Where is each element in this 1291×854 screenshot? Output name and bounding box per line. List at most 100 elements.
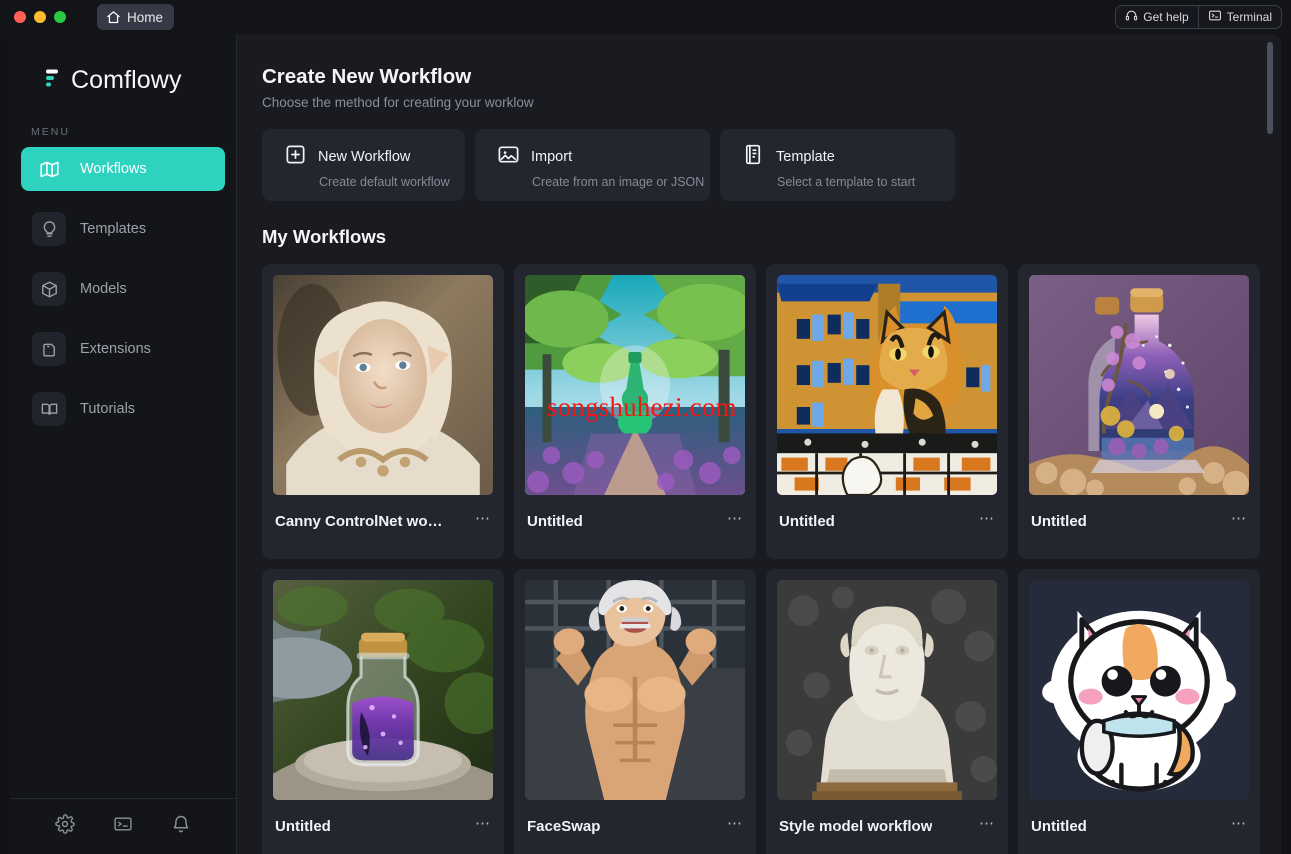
terminal-icon[interactable] [112,814,134,839]
workflow-card[interactable]: Untitled ⋯ [1018,569,1260,854]
workflow-more-button[interactable]: ⋯ [727,511,743,529]
get-help-button[interactable]: Get help [1116,6,1197,28]
page-subtitle: Choose the method for creating your work… [262,95,534,110]
sidebar-item-label: Templates [80,221,147,237]
close-window-button[interactable] [14,11,26,23]
enchanted-forest-potion-image [525,275,745,495]
method-title: New Workflow [318,149,411,165]
elf-woman-portrait-image [273,275,493,495]
workflow-thumbnail [525,580,745,800]
map-icon [37,157,61,181]
settings-gear-icon[interactable] [54,814,75,839]
workflow-more-button[interactable]: ⋯ [475,511,491,529]
method-description: Select a template to start [777,175,916,189]
home-icon [106,10,121,25]
main-content: Create New Workflow Choose the method fo… [237,34,1281,854]
titlebar-actions: Get help Terminal [1115,5,1282,29]
cat-on-wall-painting-image [777,275,997,495]
vertical-scrollbar[interactable] [1267,42,1273,134]
workflow-grid: Canny ControlNet wo… ⋯ songshuhezi.com U… [262,264,1281,854]
app-window: Comflowy MENU Workflows Templates Models… [10,34,1281,854]
workflow-more-button[interactable]: ⋯ [979,511,995,529]
workflow-card-footer: Untitled ⋯ [777,495,997,548]
document-icon [742,143,765,171]
workflow-title: Canny ControlNet wo… [275,513,443,530]
workflow-card[interactable]: songshuhezi.com Untitled ⋯ [514,264,756,559]
box-icon [32,272,66,306]
workflow-card-footer: Untitled ⋯ [1029,495,1249,548]
brand-logo: Comflowy [10,34,236,96]
workflow-card[interactable]: Untitled ⋯ [766,264,1008,559]
workflow-card[interactable]: Untitled ⋯ [262,569,504,854]
workflow-thumbnail [273,275,493,495]
template-card[interactable]: Template Select a template to start [720,129,955,201]
workflow-card-footer: Untitled ⋯ [1029,800,1249,853]
sidebar-item-models[interactable]: Models [21,267,225,311]
plug-icon [32,332,66,366]
workflow-title: Untitled [1031,818,1087,835]
workflow-card-footer: Untitled ⋯ [273,800,493,853]
workflow-title: Untitled [1031,513,1087,530]
workflow-more-button[interactable]: ⋯ [727,816,743,834]
sidebar-item-label: Tutorials [80,401,136,417]
card-header: Import [497,143,710,171]
sidebar-item-extensions[interactable]: Extensions [21,327,225,371]
tab-home-label: Home [127,9,164,25]
workflow-more-button[interactable]: ⋯ [475,816,491,834]
workflow-more-button[interactable]: ⋯ [1231,511,1247,529]
workflow-title: Style model workflow [779,818,933,835]
workflow-title: Untitled [527,513,583,530]
workflow-card-footer: Untitled ⋯ [525,495,745,548]
workflow-title: Untitled [275,818,331,835]
workflow-thumbnail [273,580,493,800]
book-icon [32,392,66,426]
window-titlebar: Home Get help Terminal [0,0,1291,34]
sidebar-item-templates[interactable]: Templates [21,207,225,251]
sidebar-item-workflows[interactable]: Workflows [21,147,225,191]
my-workflows-heading: My Workflows [262,226,387,247]
workflow-card[interactable]: Canny ControlNet wo… ⋯ [262,264,504,559]
sidebar: Comflowy MENU Workflows Templates Models… [10,34,237,854]
kawaii-cat-sticker-image [1029,580,1249,800]
marble-bust-statue-image [777,580,997,800]
workflow-card[interactable]: FaceSwap ⋯ [514,569,756,854]
sidebar-item-label: Workflows [80,161,147,177]
workflow-thumbnail: songshuhezi.com [525,275,745,495]
workflow-thumbnail [777,275,997,495]
workflow-card[interactable]: Style model workflow ⋯ [766,569,1008,854]
create-method-row: New Workflow Create default workflow Imp… [262,129,1281,201]
workflow-thumbnail [1029,580,1249,800]
method-title: Import [531,149,573,165]
workflow-card-footer: Style model workflow ⋯ [777,800,997,853]
workflow-more-button[interactable]: ⋯ [979,816,995,834]
bell-icon[interactable] [171,814,191,839]
image-icon [497,143,520,171]
import-card[interactable]: Import Create from an image or JSON [475,129,710,201]
sidebar-item-label: Extensions [80,341,151,357]
bodybuilder-faceswap-image [525,580,745,800]
sidebar-nav: Workflows Templates Models Extensions Tu… [10,147,236,447]
workflow-title: FaceSwap [527,818,601,835]
method-description: Create from an image or JSON [532,175,705,189]
main-inner: Create New Workflow Choose the method fo… [237,34,1281,854]
workflow-card[interactable]: Untitled ⋯ [1018,264,1260,559]
sidebar-item-tutorials[interactable]: Tutorials [21,387,225,431]
new-workflow-card[interactable]: New Workflow Create default workflow [262,129,465,201]
workflow-card-footer: FaceSwap ⋯ [525,800,745,853]
workflow-title: Untitled [779,513,835,530]
terminal-icon [1208,9,1222,25]
minimize-window-button[interactable] [34,11,46,23]
traffic-lights [14,11,66,23]
maximize-window-button[interactable] [54,11,66,23]
get-help-label: Get help [1143,10,1189,24]
workflow-thumbnail [1029,275,1249,495]
menu-section-label: MENU [31,126,70,138]
workflow-card-footer: Canny ControlNet wo… ⋯ [273,495,493,548]
workflow-more-button[interactable]: ⋯ [1231,816,1247,834]
method-title: Template [776,149,835,165]
tab-home[interactable]: Home [97,4,175,30]
terminal-button[interactable]: Terminal [1197,6,1281,28]
headphones-icon [1125,9,1138,25]
card-header: Template [742,143,955,171]
